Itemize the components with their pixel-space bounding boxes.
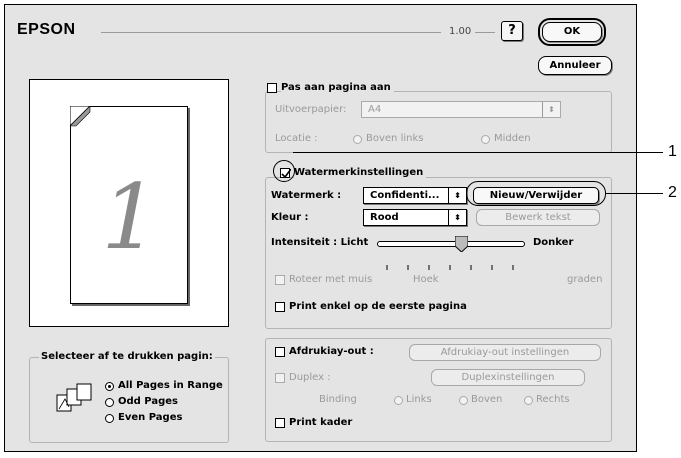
color-value: Rood [370,212,399,223]
preview-page-number: 1 [101,165,159,270]
location-label: Locatie : [275,133,318,144]
radio-even-pages[interactable] [105,414,114,423]
fit-page-checkbox[interactable] [267,83,277,93]
radio-middle[interactable] [481,135,490,144]
binding-right-label: Rechts [536,394,570,405]
header-divider [101,32,441,33]
angle-label: Hoek [413,274,439,285]
slider-ticks [385,256,517,270]
even-pages-label: Even Pages [118,412,183,423]
watermark-label: Watermerk : [271,190,342,201]
cancel-button[interactable]: Annuleer [538,56,612,75]
first-page-only-checkbox[interactable] [275,302,285,312]
intensity-label: Intensiteit : Licht [271,237,369,248]
output-paper-value: A4 [368,104,382,115]
page-preview: 1 [29,79,229,327]
radio-binding-top[interactable] [459,396,468,405]
ok-button[interactable]: OK [538,18,606,46]
callout-number-1: 1 [668,143,677,160]
binding-label: Binding [319,394,357,405]
layout-settings-button[interactable]: Afdrukiay-out instellingen [409,344,601,361]
callout-line-1 [293,152,663,153]
all-pages-label: All Pages in Range [118,380,223,391]
print-layout-label: Afdrukiay-out : [289,346,374,357]
popup-arrows-icon: ⬍ [448,188,466,203]
slider-thumb[interactable] [454,235,469,253]
rotate-mouse-checkbox[interactable] [275,275,285,285]
middle-label: Midden [494,133,531,144]
watermark-settings-label: Watermerkinstellingen [294,167,427,178]
folded-corner-icon [70,106,91,127]
color-label: Kleur : [271,212,309,223]
odd-pages-label: Odd Pages [118,396,178,407]
watermark-select[interactable]: Confidenti... ⬍ [363,187,467,204]
output-paper-select[interactable]: A4 ⬍ [361,101,561,118]
fit-page-label: Pas aan pagina aan [281,82,394,93]
duplex-checkbox[interactable] [275,373,285,383]
radio-binding-right[interactable] [524,396,533,405]
radio-all-pages[interactable] [105,382,114,391]
help-button[interactable]: ? [501,21,523,41]
rotate-mouse-label: Roteer met muis [289,274,373,285]
print-frame-checkbox[interactable] [275,418,285,428]
binding-top-label: Boven [471,394,503,405]
print-frame-label: Print kader [289,417,353,428]
pages-stack-icon [56,383,92,412]
duplex-settings-button[interactable]: Duplexinstellingen [431,369,585,386]
callout-number-2: 2 [668,184,677,201]
version-label: 1.00 [449,26,472,37]
slider-track [377,241,525,247]
header-divider-2 [475,32,495,33]
intensity-slider[interactable] [377,235,525,253]
duplex-label: Duplex : [289,372,331,383]
edit-text-button[interactable]: Bewerk tekst [476,209,600,226]
print-pages-title: Selecteer af te drukken pagin: [39,351,215,362]
top-left-label: Boven links [366,133,424,144]
popup-arrows-icon: ⬍ [542,102,560,117]
degrees-label: graden [567,274,603,285]
callout-ellipse-2 [466,181,606,206]
popup-arrows-icon: ⬍ [448,210,466,225]
radio-top-left[interactable] [353,135,362,144]
preview-page: 1 [70,106,188,304]
epson-print-dialog: EPSON 1.00 ? OK Annuleer 1 Selecteer af … [4,4,637,452]
radio-odd-pages[interactable] [105,398,114,407]
output-paper-label: Uitvoerpapier: [275,104,347,115]
callout-line-2 [606,193,663,194]
radio-binding-left[interactable] [394,396,403,405]
binding-left-label: Links [406,394,432,405]
first-page-only-label: Print enkel op de eerste pagina [289,301,467,312]
color-select[interactable]: Rood ⬍ [363,209,467,226]
epson-logo: EPSON [17,21,76,38]
intensity-dark-label: Donker [533,237,574,248]
print-layout-checkbox[interactable] [275,347,285,357]
watermark-value: Confidenti... [370,190,440,201]
callout-circle-1 [273,160,295,182]
